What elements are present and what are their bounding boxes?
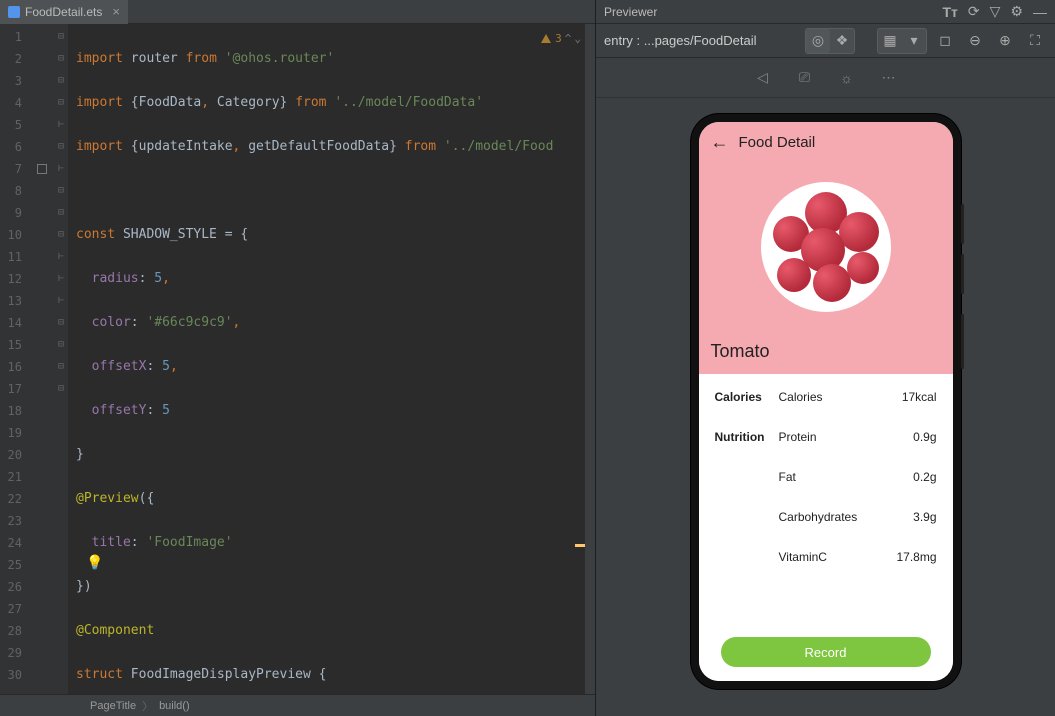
nutrition-row: VitaminC 17.8mg [715,550,937,564]
ets-file-icon [8,6,20,18]
breadcrumb-item[interactable]: build() [159,700,190,712]
nutrition-row: Carbohydrates 3.9g [715,510,937,524]
record-button[interactable]: Record [721,637,931,667]
minimize-icon[interactable]: — [1033,4,1047,20]
rotate-device-icon[interactable]: ⎚ [793,66,817,90]
preview-device-toolbar: ◁ ⎚ ☼ ⋯ [596,58,1055,98]
device-frame: ← Food Detail [691,114,961,689]
more-icon[interactable]: ⋯ [877,66,901,90]
marker-gutter [30,24,54,694]
highlight-icon[interactable]: ▽ [990,3,1001,20]
device-screen: ← Food Detail [699,122,953,681]
theme-toggle-icon[interactable]: ☼ [835,66,859,90]
editor-scrollbar[interactable] [585,24,595,694]
tab-filename: FoodDetail.ets [25,5,102,19]
previewer-title: Previewer [604,5,657,19]
fullscreen-icon[interactable]: ⛶ [1023,29,1047,53]
tab-bar: FoodDetail.ets × [0,0,595,24]
crop-icon[interactable]: ◻ [933,29,957,53]
code-content[interactable]: import router from '@ohos.router' import… [68,24,595,694]
zoom-out-icon[interactable]: ⊖ [963,29,987,53]
breadcrumb[interactable]: PageTitle 〉 build() [0,694,595,716]
previewer-pane: Previewer Tт ⟳ ▽ ⚙ — entry : ...pages/Fo… [596,0,1055,716]
preview-path: entry : ...pages/FoodDetail [604,33,799,48]
preview-path-bar: entry : ...pages/FoodDetail ◎ ❖ ▦ ▾ ◻ ⊖ … [596,24,1055,58]
dropdown-icon[interactable]: ▾ [902,29,926,53]
warning-indicator[interactable]: 3 ^ ⌄ [540,28,581,50]
back-nav-icon[interactable]: ◁ [751,66,775,90]
editor-pane: FoodDetail.ets × 12345678910111213141516… [0,0,596,716]
nutrition-row: Calories Calories 17kcal [715,390,937,404]
breakpoint-marker[interactable] [37,164,47,174]
food-name: Tomato [711,341,941,366]
inspect-icon[interactable]: ◎ [806,29,830,53]
inspect-toggle-group: ◎ ❖ [805,28,855,54]
nutrition-row: Nutrition Protein 0.9g [715,430,937,444]
file-tab[interactable]: FoodDetail.ets × [0,0,128,24]
device-volume-up [961,204,964,244]
settings-icon[interactable]: ⚙ [1010,3,1023,20]
zoom-in-icon[interactable]: ⊕ [993,29,1017,53]
close-tab-icon[interactable]: × [112,4,120,19]
food-image [761,182,891,312]
text-tool-icon[interactable]: Tт [943,4,958,20]
intention-bulb-icon[interactable]: 💡 [86,552,103,574]
previewer-header: Previewer Tт ⟳ ▽ ⚙ — [596,0,1055,24]
device-canvas: ← Food Detail [596,98,1055,716]
device-power [961,314,964,369]
refresh-icon[interactable]: ⟳ [968,3,980,20]
view-toggle-group: ▦ ▾ [877,28,927,54]
back-arrow-icon[interactable]: ← [711,132,729,153]
line-number-gutter: 1234567891011121314151617181920212223242… [0,24,30,694]
fold-gutter: ⊟⊟⊟⊟⊢⊟⊢⊟⊟⊟⊢⊢⊢⊟⊟⊟⊟ [54,24,68,694]
layers-icon[interactable]: ❖ [830,29,854,53]
nutrition-panel: Calories Calories 17kcal Nutrition Prote… [699,374,953,681]
nutrition-row: Fat 0.2g [715,470,937,484]
breadcrumb-item[interactable]: PageTitle [90,700,136,712]
code-area[interactable]: 1234567891011121314151617181920212223242… [0,24,595,694]
device-volume-down [961,254,964,294]
grid-view-icon[interactable]: ▦ [878,29,902,53]
chevron-right-icon: 〉 [142,698,153,714]
food-header: ← Food Detail [699,122,953,374]
page-title: Food Detail [739,134,816,151]
